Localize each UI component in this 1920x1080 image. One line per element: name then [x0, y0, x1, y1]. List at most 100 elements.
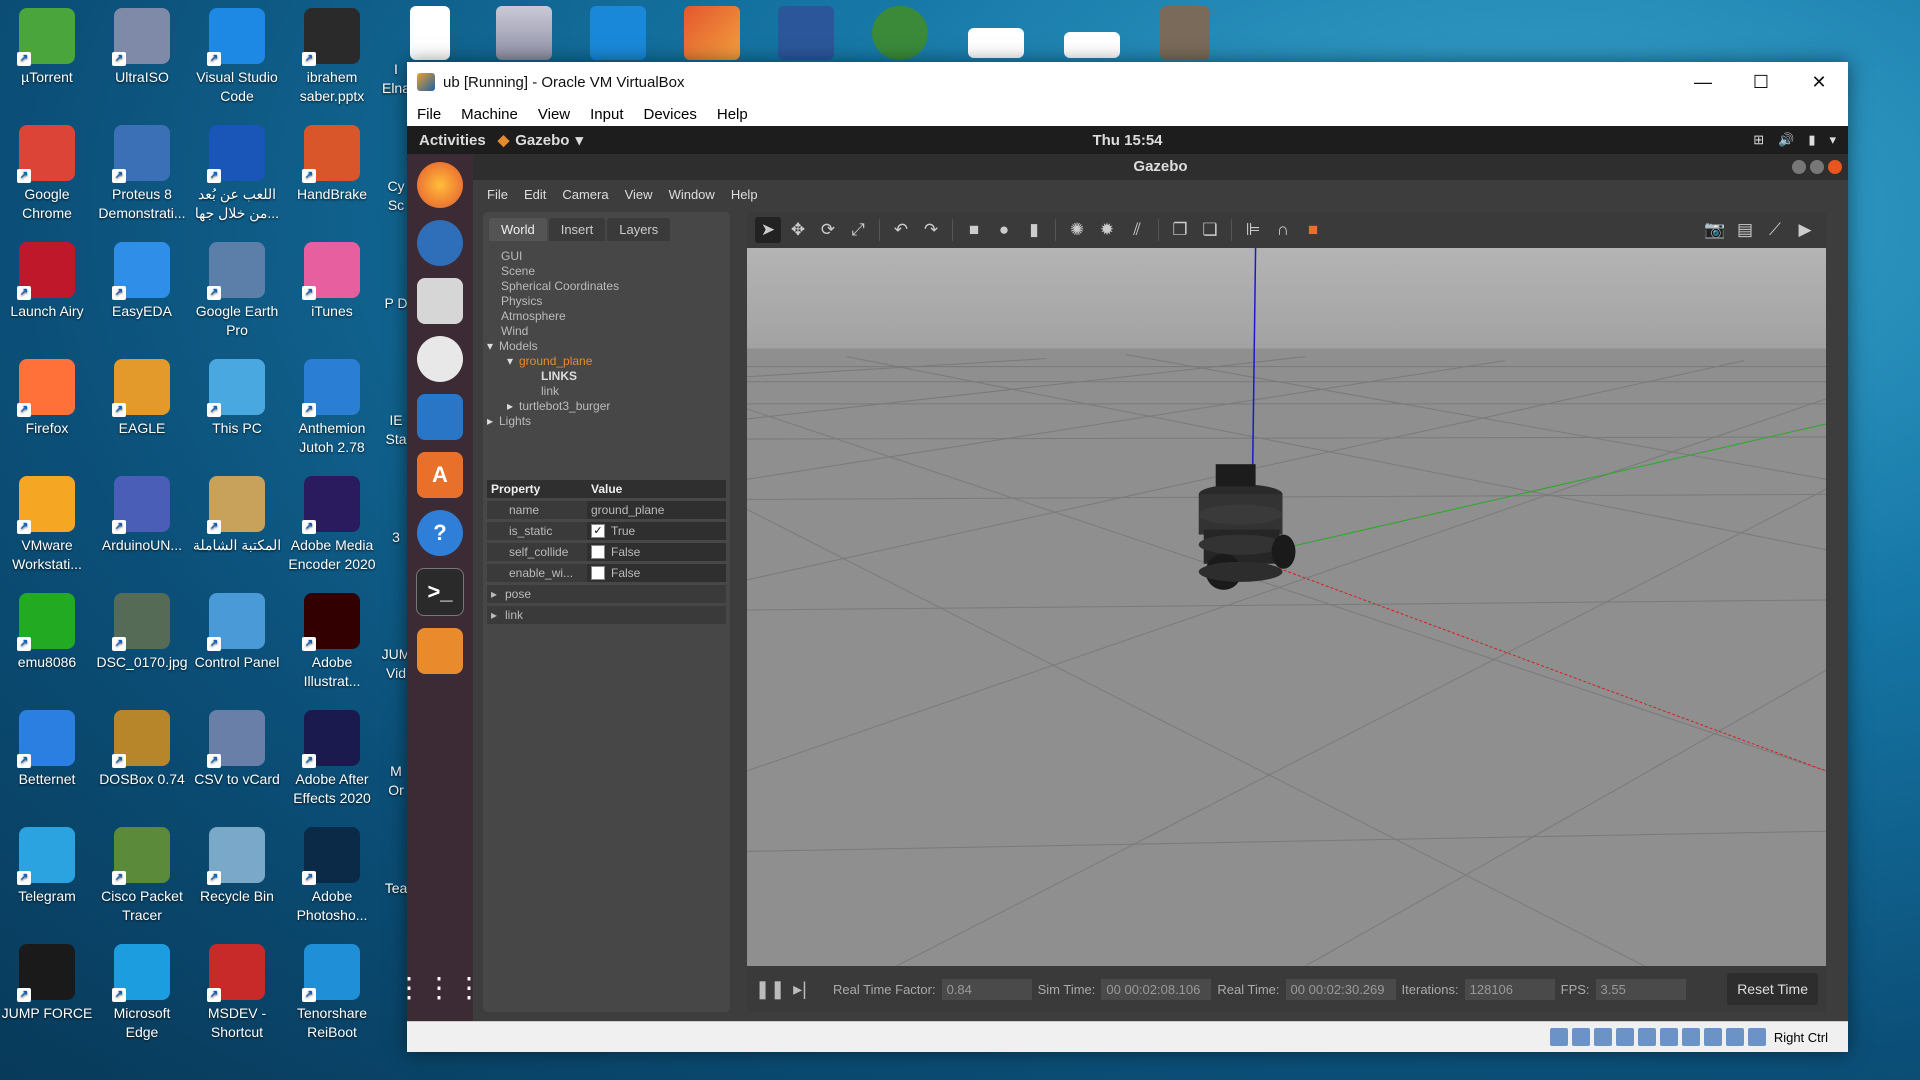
checkbox-checked[interactable]: ✓	[591, 524, 605, 538]
sphere-shape-icon[interactable]: ●	[991, 217, 1017, 243]
desktop-shortcut[interactable]: Adobe After Effects 2020	[286, 710, 378, 808]
menu-input[interactable]: Input	[580, 106, 633, 123]
maximize-icon[interactable]	[1810, 160, 1824, 174]
tree-item-ground-plane[interactable]: ▾ ground_plane	[507, 354, 730, 369]
desktop-shortcut[interactable]: µTorrent	[1, 8, 93, 87]
document-icon[interactable]	[410, 6, 450, 60]
desktop-shortcut[interactable]: Microsoft Edge	[96, 944, 188, 1042]
activities-button[interactable]: Activities	[407, 132, 498, 149]
desktop-shortcut[interactable]: Anthemion Jutoh 2.78	[286, 359, 378, 457]
database-icon[interactable]	[496, 6, 552, 60]
tree-item-gui[interactable]: GUI	[501, 249, 730, 264]
thunderbird-icon[interactable]	[417, 220, 463, 266]
tree-item-scene[interactable]: Scene	[501, 264, 730, 279]
menu-view[interactable]: View	[528, 106, 580, 123]
paste-icon[interactable]: ❏	[1197, 217, 1223, 243]
directional-light-icon[interactable]: ⫽	[1124, 217, 1150, 243]
menu-machine[interactable]: Machine	[451, 106, 528, 123]
change-view-icon[interactable]: ■	[1300, 217, 1326, 243]
screenshot-icon[interactable]: 📷	[1702, 217, 1728, 243]
desktop-shortcut[interactable]: Firefox	[1, 359, 93, 438]
tree-item-wind[interactable]: Wind	[501, 324, 730, 339]
vm-screen[interactable]: Activities ◆ Gazebo ▾ Thu 15:54 ⊞ 🔊 ▮ ▾ …	[395, 126, 1848, 1022]
desktop-shortcut[interactable]: Adobe Photosho...	[286, 827, 378, 925]
desktop-shortcut[interactable]: اللعب عن بُعد من خلال جها...	[191, 125, 283, 223]
copy-icon[interactable]: ❐	[1167, 217, 1193, 243]
checkbox-unchecked[interactable]	[591, 545, 605, 559]
desktop-shortcut[interactable]: iTunes	[286, 242, 378, 321]
align-icon[interactable]: ⊫	[1240, 217, 1266, 243]
desktop-shortcut[interactable]: Adobe Media Encoder 2020	[286, 476, 378, 574]
tree-item-physics[interactable]: Physics	[501, 294, 730, 309]
minimize-icon[interactable]	[1792, 160, 1806, 174]
tree-item-models[interactable]: ▾ Models	[487, 339, 730, 354]
redo-icon[interactable]: ↷	[918, 217, 944, 243]
desktop-shortcut[interactable]: Google Earth Pro	[191, 242, 283, 340]
desktop-shortcut[interactable]: Google Chrome	[1, 125, 93, 223]
gz-menu-view[interactable]: View	[617, 187, 661, 202]
desktop-shortcut[interactable]: Telegram	[1, 827, 93, 906]
volume-icon[interactable]: 🔊	[1778, 132, 1794, 148]
matlab-icon[interactable]	[684, 6, 740, 60]
desktop-shortcut[interactable]: VMware Workstati...	[1, 476, 93, 574]
thumbnail-icon[interactable]	[968, 28, 1024, 58]
gz-menu-window[interactable]: Window	[661, 187, 723, 202]
desktop-shortcut[interactable]: ibrahem saber.pptx	[286, 8, 378, 106]
gz-menu-edit[interactable]: Edit	[516, 187, 554, 202]
menu-help[interactable]: Help	[707, 106, 758, 123]
shared-folders-icon[interactable]	[1659, 1028, 1678, 1046]
prop-value[interactable]: ground_plane	[591, 503, 664, 517]
software-center-icon[interactable]: A	[417, 452, 463, 498]
desktop-shortcut[interactable]: EAGLE	[96, 359, 188, 438]
record-video-icon[interactable]: ▶	[1792, 217, 1818, 243]
desktop-shortcut[interactable]: DSC_0170.jpg	[96, 593, 188, 672]
display-icon[interactable]	[1681, 1028, 1700, 1046]
desktop-shortcut[interactable]: HandBrake	[286, 125, 378, 204]
desktop-shortcut[interactable]: MSDEV - Shortcut	[191, 944, 283, 1042]
desktop-shortcut[interactable]: Cisco Packet Tracer	[96, 827, 188, 925]
step-icon[interactable]: ▸|	[787, 979, 813, 1000]
tree-item-atmosphere[interactable]: Atmosphere	[501, 309, 730, 324]
app-menu[interactable]: ◆ Gazebo ▾	[498, 131, 583, 150]
desktop-shortcut[interactable]: Visual Studio Code	[191, 8, 283, 106]
log-icon[interactable]: ▤	[1732, 217, 1758, 243]
tree-item-lights[interactable]: ▸ Lights	[487, 414, 730, 429]
help-icon[interactable]: ?	[417, 510, 463, 556]
rotate-mode-icon[interactable]: ⟳	[815, 217, 841, 243]
optical-drive-icon[interactable]	[1571, 1028, 1590, 1046]
network-icon[interactable]: ⊞	[1753, 132, 1764, 148]
desktop-shortcut[interactable]: Control Panel	[191, 593, 283, 672]
desktop-shortcut[interactable]: Launch Airy	[1, 242, 93, 321]
globe-shortcut-icon[interactable]	[872, 6, 928, 60]
maximize-button[interactable]: ☐	[1732, 72, 1790, 93]
snap-icon[interactable]: ∩	[1270, 217, 1296, 243]
scale-mode-icon[interactable]: ⤢	[845, 217, 871, 243]
prop-expander-link[interactable]: ▸ link	[487, 606, 726, 624]
files-icon[interactable]	[417, 278, 463, 324]
tab-world[interactable]: World	[489, 218, 547, 241]
desktop-shortcut[interactable]: This PC	[191, 359, 283, 438]
gz-menu-file[interactable]: File	[479, 187, 516, 202]
box-shape-icon[interactable]: ■	[961, 217, 987, 243]
usb-icon[interactable]	[1637, 1028, 1656, 1046]
clock[interactable]: Thu 15:54	[1092, 132, 1162, 149]
thumbnail-icon[interactable]	[1064, 32, 1120, 58]
desktop-shortcut[interactable]: CSV to vCard	[191, 710, 283, 789]
show-applications-icon[interactable]: ⋮⋮⋮	[395, 971, 485, 1004]
checkbox-unchecked[interactable]	[591, 566, 605, 580]
hdd-icon[interactable]	[1549, 1028, 1568, 1046]
undo-icon[interactable]: ↶	[888, 217, 914, 243]
gz-menu-camera[interactable]: Camera	[554, 187, 616, 202]
spot-light-icon[interactable]: ✹	[1094, 217, 1120, 243]
desktop-shortcut[interactable]: DOSBox 0.74	[96, 710, 188, 789]
menu-devices[interactable]: Devices	[634, 106, 707, 123]
tab-insert[interactable]: Insert	[548, 218, 606, 241]
close-button[interactable]: ✕	[1790, 72, 1848, 93]
gazebo-dock-icon[interactable]	[417, 628, 463, 674]
photo-icon[interactable]	[1160, 6, 1210, 60]
desktop-shortcut[interactable]: Adobe Illustrat...	[286, 593, 378, 691]
network-icon[interactable]	[1615, 1028, 1634, 1046]
rhythmbox-icon[interactable]	[417, 336, 463, 382]
terminal-icon[interactable]: >_	[416, 568, 464, 616]
audio-icon[interactable]	[1593, 1028, 1612, 1046]
